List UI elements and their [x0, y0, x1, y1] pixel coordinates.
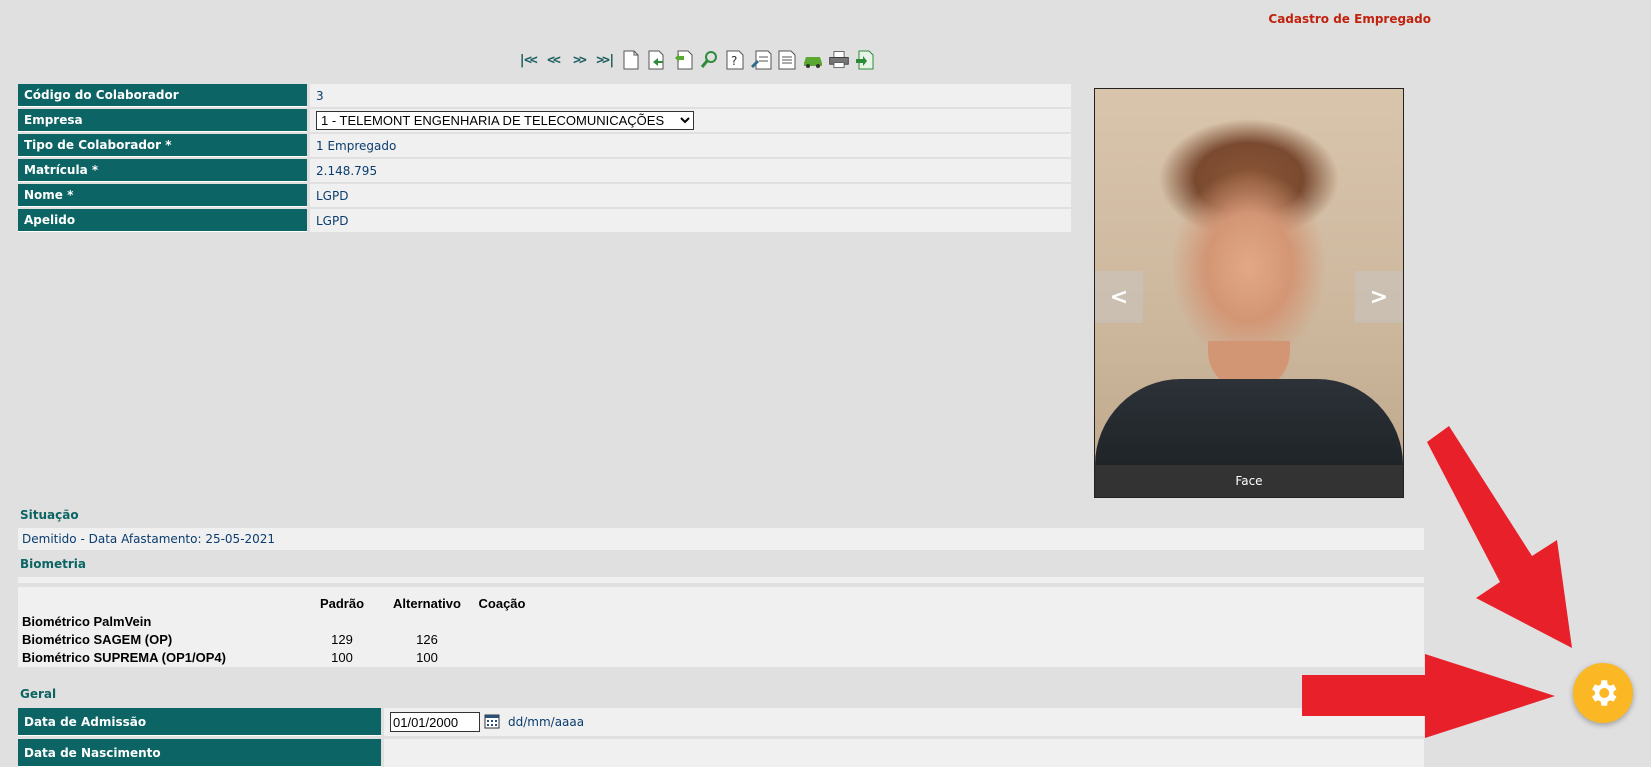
red-arrow-diagonal — [1427, 426, 1572, 648]
last-record-button[interactable]: >>| — [594, 48, 616, 72]
geral-title: Geral — [20, 687, 57, 701]
empresa-select[interactable]: 1 - TELEMONT ENGENHARIA DE TELECOMUNICAÇ… — [316, 111, 694, 130]
nome-value: LGPD — [310, 184, 1071, 207]
field-nascimento: Data de Nascimento — [18, 739, 1424, 767]
column-header: Coação — [478, 595, 526, 611]
export-icon[interactable] — [854, 48, 876, 72]
search-icon[interactable] — [698, 48, 720, 72]
report-icon[interactable] — [776, 48, 798, 72]
biometria-table: Padrão Alternativo Coação Biométrico Pal… — [22, 594, 532, 666]
field-label: Nome * — [18, 184, 307, 207]
field-label: Tipo de Colaborador * — [18, 134, 307, 157]
date-format-hint: dd/mm/aaaa — [508, 715, 585, 729]
printer-icon[interactable] — [828, 48, 850, 72]
field-nome: Nome * LGPD — [18, 184, 1071, 207]
table-row: Biométrico SUPREMA (OP1/OP4) 100 100 — [22, 649, 438, 665]
admissao-date-input[interactable] — [390, 712, 480, 732]
matricula-value: 2.148.795 — [310, 159, 1071, 182]
save-icon[interactable] — [646, 48, 668, 72]
previous-record-button[interactable]: << — [542, 48, 564, 72]
help-icon[interactable]: ? — [724, 48, 746, 72]
photo-carousel: < > Face — [1094, 88, 1404, 498]
settings-button[interactable] — [1573, 663, 1633, 723]
table-header: Padrão Alternativo Coação — [22, 594, 532, 612]
new-document-icon[interactable] — [620, 48, 642, 72]
situacao-text: Demitido - Data Afastamento: 25-05-2021 — [18, 528, 1424, 550]
field-admissao: Data de Admissão dd/mm/aaaa — [18, 708, 1424, 736]
field-apelido: Apelido LGPD — [18, 209, 1071, 232]
gear-icon — [1592, 680, 1617, 706]
column-header: Alternativo — [393, 595, 461, 611]
next-record-button[interactable]: >> — [568, 48, 590, 72]
field-label: Data de Nascimento — [18, 739, 381, 767]
biometria-title: Biometria — [20, 557, 87, 571]
next-photo-button[interactable]: > — [1355, 271, 1403, 323]
field-codigo: Código do Colaborador 3 — [18, 84, 1071, 107]
field-label: Apelido — [18, 209, 307, 232]
situacao-title: Situação — [20, 508, 79, 522]
car-icon[interactable] — [802, 48, 824, 72]
svg-text:?: ? — [731, 54, 737, 68]
field-label: Código do Colaborador — [18, 84, 307, 107]
first-record-button[interactable]: |<< — [516, 48, 538, 72]
nascimento-value — [384, 739, 1424, 767]
tipo-value: 1 Empregado — [310, 134, 1071, 157]
toolbar: |<< << >> >>| ? — [516, 48, 876, 72]
field-label: Data de Admissão — [18, 708, 381, 736]
page-title: Cadastro de Empregado — [1268, 12, 1431, 26]
field-label: Empresa — [18, 109, 307, 132]
field-matricula: Matrícula * 2.148.795 — [18, 159, 1071, 182]
apelido-value: LGPD — [310, 209, 1071, 232]
field-empresa: Empresa 1 - TELEMONT ENGENHARIA DE TELEC… — [18, 109, 1071, 132]
table-row: Biométrico PalmVein — [22, 613, 152, 629]
edit-icon[interactable] — [750, 48, 772, 72]
calendar-icon[interactable] — [484, 713, 500, 732]
photo-caption: Face — [1095, 465, 1403, 497]
employee-form: Código do Colaborador 3 Empresa 1 - TELE… — [18, 84, 1071, 234]
column-header: Padrão — [319, 595, 365, 611]
table-row: Biométrico SAGEM (OP) 129 126 — [22, 631, 438, 647]
prev-photo-button[interactable]: < — [1095, 271, 1143, 323]
field-tipo: Tipo de Colaborador * 1 Empregado — [18, 134, 1071, 157]
biometria-divider — [18, 577, 1424, 583]
undo-icon[interactable] — [672, 48, 694, 72]
codigo-value: 3 — [310, 84, 1071, 107]
field-label: Matrícula * — [18, 159, 307, 182]
